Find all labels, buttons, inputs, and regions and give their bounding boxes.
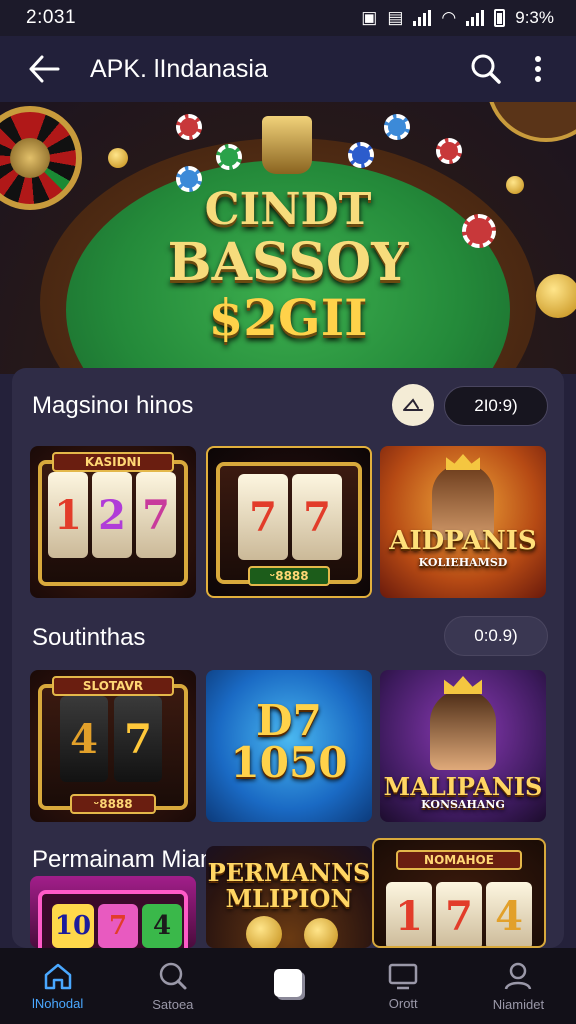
coin-icon [246, 916, 282, 948]
reel: 1 [48, 472, 88, 558]
nav-label: Orott [388, 995, 418, 1011]
battery-level: 9:3% [515, 8, 554, 27]
page-title: APK. lIndanasia [90, 54, 268, 83]
wifi-icon: ◠ [441, 8, 457, 27]
nav-item-search[interactable]: Satoea [115, 948, 230, 1024]
hero-line-3: $2GII [208, 288, 368, 347]
card-banner: NOMAHOE [396, 850, 522, 870]
bottom-navigation: lNohodal Satoea Orott Niamidet [0, 948, 576, 1024]
square-icon [274, 969, 302, 997]
more-button[interactable] [512, 39, 564, 99]
chevron-up-icon [403, 398, 423, 411]
section-title: Soutinthas [32, 624, 146, 651]
card-banner: KASIDNI [52, 452, 174, 472]
coin-icon [108, 148, 128, 168]
reel: 7 [292, 474, 342, 560]
game-card[interactable]: 10 7 4 [30, 876, 196, 948]
search-button[interactable] [460, 39, 512, 99]
reel: 10 [52, 904, 94, 948]
game-card[interactable]: NOMAHOE 1 7 4 [372, 838, 546, 948]
reel: 2 [92, 472, 132, 558]
status-time: 2:031 [26, 7, 77, 28]
nav-item-home[interactable]: lNohodal [0, 948, 115, 1024]
sim-icon: ▤ [387, 8, 404, 27]
home-icon [44, 963, 71, 989]
collapse-button[interactable] [392, 384, 434, 426]
card-subtitle: 1050 [230, 738, 348, 787]
game-card[interactable]: SLOTAVR 4 7 ᵕ8888 [30, 670, 196, 822]
game-card[interactable]: 7 7 ᵕ8888 [206, 446, 372, 598]
nav-label: Niamidet [492, 996, 545, 1012]
card-title: MALIPANIS [383, 772, 543, 801]
character-portrait [430, 690, 496, 770]
game-card[interactable]: D7 1050 [206, 670, 372, 822]
chip-icon [384, 114, 410, 140]
game-card[interactable]: KASIDNI 1 2 7 [30, 446, 196, 598]
chip-icon [348, 142, 374, 168]
user-icon [505, 962, 532, 990]
reel: 7 [436, 882, 482, 946]
card-subtitle: KONSAHANG [421, 798, 505, 811]
app-bar: APK. lIndanasia [0, 36, 576, 102]
nav-item-center[interactable] [230, 948, 345, 1024]
status-bar: 2:031 ▣ ▤ ◠ 9:3% [0, 0, 576, 36]
chip-icon [436, 138, 462, 164]
game-card[interactable]: AIDPANIS KOLIEHAMSD [380, 446, 546, 598]
reel: 4 [60, 696, 108, 782]
back-button[interactable] [14, 39, 74, 99]
chip-icon [176, 114, 202, 140]
more-vertical-icon [535, 56, 541, 82]
dice-cup-icon [262, 116, 312, 174]
section-pill[interactable]: 2I0:9) [444, 386, 548, 426]
game-card[interactable]: MALIPANIS KONSAHANG [380, 670, 546, 822]
card-title: AIDPANIS [389, 526, 537, 556]
reel: 4 [486, 882, 532, 946]
nav-label: Satoea [152, 996, 194, 1012]
card-plate: ᵕ8888 [248, 566, 330, 586]
crown-icon [446, 454, 480, 470]
search-icon [471, 54, 501, 84]
nav-item-profile[interactable]: Niamidet [461, 948, 576, 1024]
hero-line-2: BASSOY [167, 232, 409, 293]
reel: 7 [114, 696, 162, 782]
notification-icon: ▣ [361, 8, 378, 27]
card-subtitle: MLIPION [225, 884, 353, 913]
hero-line-1: CINDT [204, 184, 372, 235]
reel: 7 [238, 474, 288, 560]
reel: 4 [142, 904, 182, 948]
card-title: PERMANNS [207, 858, 371, 887]
status-indicators: ▣ ▤ ◠ 9:3% [361, 8, 554, 28]
card-banner: SLOTAVR [52, 676, 174, 696]
crown-icon [444, 676, 482, 694]
nav-label: lNohodal [31, 995, 84, 1011]
coin-icon [304, 918, 338, 948]
reel: 1 [386, 882, 432, 946]
screen: 2:031 ▣ ▤ ◠ 9:3% APK. lIndanasia CINDT B… [0, 0, 576, 1024]
reel: 7 [98, 904, 138, 948]
battery-icon [494, 9, 506, 27]
signal-icon [413, 10, 432, 26]
arrow-left-icon [29, 55, 60, 83]
chip-icon [216, 144, 242, 170]
card-subtitle: KOLIEHAMSD [418, 556, 508, 569]
monitor-icon [388, 963, 418, 989]
section-title: Magsinoı hinos [32, 392, 194, 419]
signal-2-icon [466, 10, 485, 26]
card-plate: ᵕ8888 [70, 794, 156, 814]
roulette-wheel-right [486, 102, 576, 142]
hero-banner[interactable]: CINDT BASSOY $2GII [0, 102, 576, 374]
section-pill[interactable]: 0:0.9) [444, 616, 548, 656]
nav-item-monitor[interactable]: Orott [346, 948, 461, 1024]
reel: 7 [136, 472, 176, 558]
game-card[interactable]: PERMANNS MLIPION [206, 846, 372, 948]
search-icon [159, 962, 187, 989]
